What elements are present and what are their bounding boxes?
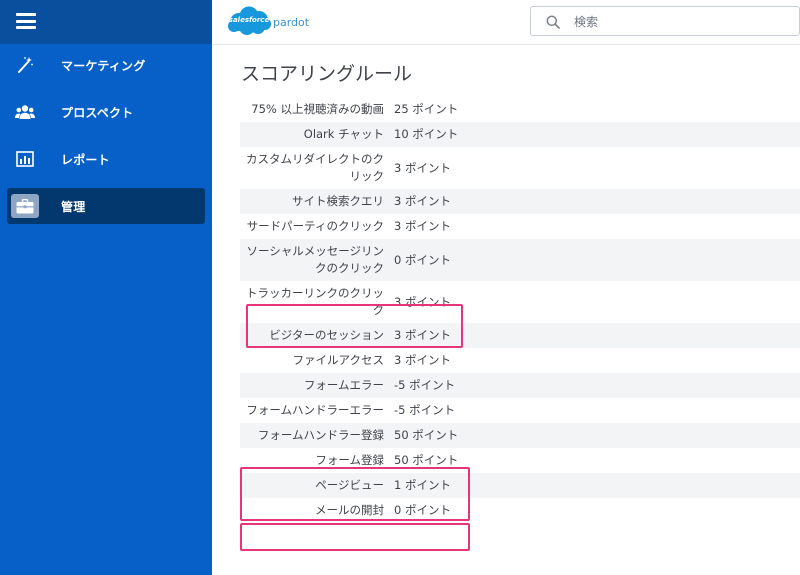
- rule-name: 75% 以上視聴済みの動画: [251, 102, 384, 116]
- sidebar-topbar: [0, 0, 212, 44]
- rule-points: 10 ポイント: [394, 127, 459, 141]
- search-input[interactable]: 検索: [530, 6, 800, 36]
- rule-points: 3 ポイント: [394, 194, 451, 208]
- sidebar-item-admin[interactable]: 管理: [7, 188, 205, 224]
- page-title: スコアリングルール: [241, 63, 413, 85]
- rule-name: ページビュー: [315, 478, 384, 492]
- sidebar-item-label: レポート: [61, 152, 110, 167]
- table-row: サイト検索クエリ 3 ポイント: [240, 189, 800, 214]
- scoring-rules-table: 75% 以上視聴済みの動画 25 ポイント Olark チャット 10 ポイント…: [240, 97, 800, 523]
- table-row: フォーム登録 50 ポイント: [240, 448, 800, 473]
- rule-name: フォーム登録: [315, 453, 384, 467]
- rule-points: 1 ポイント: [394, 478, 451, 492]
- sidebar: マーケティング プロスペクト レポート 管理: [0, 0, 212, 575]
- main-content: スコアリングルール 75% 以上視聴済みの動画 25 ポイント Olark チャ…: [212, 45, 800, 575]
- table-row: フォームハンドラーエラー -5 ポイント: [240, 398, 800, 423]
- rule-name: メールの開封: [315, 503, 384, 517]
- rule-name: ソーシャルメッセージリンクのクリック: [246, 244, 384, 275]
- table-row: フォームハンドラー登録 50 ポイント: [240, 423, 800, 448]
- table-row: カスタムリダイレクトのクリック 3 ポイント: [240, 147, 800, 189]
- rule-name: トラッカーリンクのクリック: [246, 286, 384, 317]
- sidebar-item-prospects[interactable]: プロスペクト: [7, 94, 205, 130]
- table-row: ページビュー 1 ポイント: [240, 473, 800, 498]
- rule-points: -5 ポイント: [394, 378, 456, 392]
- rule-name: フォームハンドラー登録: [257, 428, 384, 442]
- rule-points: 0 ポイント: [394, 503, 451, 517]
- table-row: サードパーティのクリック 3 ポイント: [240, 214, 800, 239]
- menu-icon[interactable]: [16, 12, 36, 30]
- sidebar-item-reports[interactable]: レポート: [7, 141, 205, 177]
- rule-points: 25 ポイント: [394, 102, 459, 116]
- rule-points: 3 ポイント: [394, 328, 451, 342]
- people-icon: [15, 102, 35, 122]
- search-placeholder: 検索: [574, 14, 599, 29]
- sidebar-item-label: 管理: [61, 199, 86, 214]
- table-row: Olark チャット 10 ポイント: [240, 122, 800, 147]
- rule-name: フォームハンドラーエラー: [246, 403, 384, 417]
- table-row: フォームエラー -5 ポイント: [240, 373, 800, 398]
- magic-wand-icon: [15, 55, 35, 75]
- rule-name: フォームエラー: [303, 378, 384, 392]
- rule-points: 3 ポイント: [394, 160, 451, 175]
- rule-name: ビジターのセッション: [269, 328, 384, 342]
- rule-name: カスタムリダイレクトのクリック: [246, 152, 384, 183]
- rule-name: サードパーティのクリック: [246, 219, 384, 233]
- rule-name: サイト検索クエリ: [292, 194, 384, 208]
- rule-points: 50 ポイント: [394, 428, 459, 442]
- rule-points: -5 ポイント: [394, 403, 456, 417]
- table-row: 75% 以上視聴済みの動画 25 ポイント: [240, 97, 800, 122]
- table-row: ソーシャルメッセージリンクのクリック 0 ポイント: [240, 239, 800, 281]
- sidebar-item-marketing[interactable]: マーケティング: [7, 47, 205, 83]
- report-chart-icon: [15, 149, 35, 169]
- top-header: salesforce pardot 検索: [212, 0, 800, 45]
- product-name: pardot: [273, 15, 310, 29]
- rule-points: 3 ポイント: [394, 294, 451, 309]
- rule-name: Olark チャット: [303, 127, 384, 141]
- rule-name: ファイルアクセス: [292, 353, 384, 367]
- rule-points: 3 ポイント: [394, 353, 451, 367]
- sidebar-item-label: マーケティング: [61, 58, 146, 73]
- salesforce-cloud-icon: salesforce: [227, 6, 271, 36]
- cloud-logo-text: salesforce: [228, 16, 270, 24]
- table-row: メールの開封 0 ポイント: [240, 498, 800, 523]
- briefcase-icon: [11, 194, 39, 218]
- table-row: ファイルアクセス 3 ポイント: [240, 348, 800, 373]
- rule-points: 3 ポイント: [394, 219, 451, 233]
- table-row: トラッカーリンクのクリック 3 ポイント: [240, 281, 800, 323]
- table-row: ビジターのセッション 3 ポイント: [240, 323, 800, 348]
- salesforce-pardot-logo[interactable]: salesforce pardot: [227, 6, 309, 36]
- sidebar-item-label: プロスペクト: [61, 105, 134, 120]
- rule-points: 50 ポイント: [394, 453, 459, 467]
- sidebar-nav: マーケティング プロスペクト レポート 管理: [0, 44, 212, 235]
- search-icon: [546, 14, 560, 29]
- rule-points: 0 ポイント: [394, 252, 451, 267]
